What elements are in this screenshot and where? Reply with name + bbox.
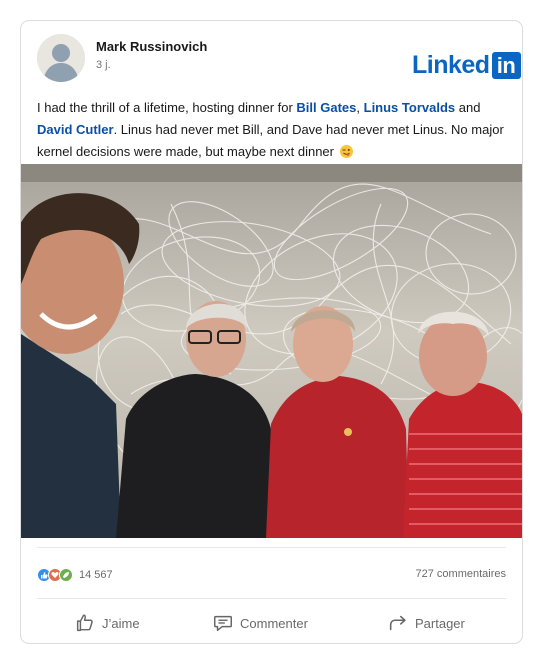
share-arrow-icon xyxy=(389,615,406,631)
like-label: J’aime xyxy=(102,615,140,631)
thumbs-up-icon xyxy=(76,614,93,632)
divider xyxy=(37,547,506,548)
author-name[interactable]: Mark Russinovich xyxy=(96,39,207,54)
divider xyxy=(37,598,506,599)
post-body: I had the thrill of a lifetime, hosting … xyxy=(37,97,515,163)
mention-bill-gates[interactable]: Bill Gates xyxy=(296,100,356,115)
author-avatar[interactable] xyxy=(37,34,85,82)
post-timestamp: 3 j. xyxy=(96,59,111,71)
group-photo-image xyxy=(21,164,522,538)
post-text-segment: , xyxy=(356,100,364,115)
post-photo[interactable] xyxy=(21,164,522,538)
linkedin-logo[interactable]: Linked in xyxy=(412,51,521,80)
share-label: Partager xyxy=(415,615,465,631)
reaction-count: 14 567 xyxy=(79,569,113,581)
post-text-segment: I had the thrill of a lifetime, hosting … xyxy=(37,100,297,115)
share-button[interactable]: Partager xyxy=(387,605,465,641)
support-reaction-icon xyxy=(59,568,73,582)
winking-face-emoji-icon xyxy=(339,145,353,158)
mention-linus-torvalds[interactable]: Linus Torvalds xyxy=(364,100,456,115)
linkedin-logo-box: in xyxy=(491,52,521,79)
post-text-segment: and xyxy=(455,100,481,115)
comment-bubble-icon xyxy=(214,615,232,632)
linkedin-logo-text: Linked xyxy=(412,51,490,79)
like-button[interactable]: J’aime xyxy=(74,605,140,641)
reactions-summary[interactable]: 14 567 xyxy=(37,566,113,584)
comments-count-link[interactable]: 727 commentaires xyxy=(416,568,507,580)
comment-label: Commenter xyxy=(240,615,308,631)
post-actions-bar: J’aime Commenter Partager xyxy=(21,605,522,641)
comment-button[interactable]: Commenter xyxy=(212,605,308,641)
default-avatar-icon xyxy=(37,34,85,82)
linkedin-post-card: Mark Russinovich 3 j. Linked in I had th… xyxy=(20,20,523,644)
mention-david-cutler[interactable]: David Cutler xyxy=(37,122,114,137)
